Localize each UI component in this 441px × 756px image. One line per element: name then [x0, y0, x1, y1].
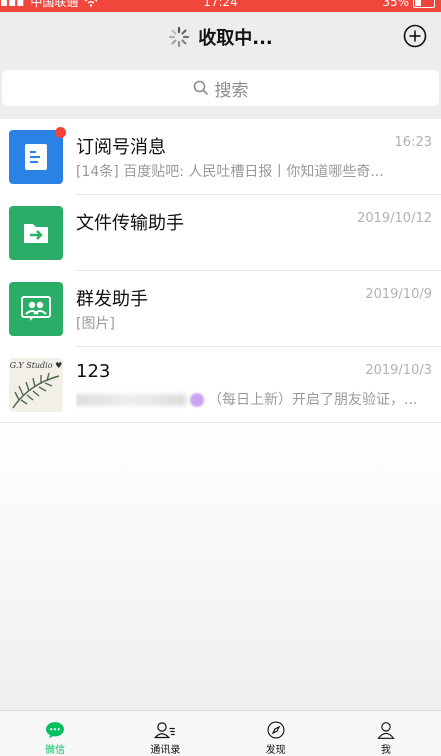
blurred-emoji — [190, 393, 204, 407]
chat-time: 2019/10/12 — [357, 211, 432, 226]
avatar: G.Y Studio ♥ — [9, 358, 63, 412]
search-icon — [193, 80, 208, 96]
chat-row-subscriptions[interactable]: 订阅号消息 16:23 [14条] 百度贴吧: 人民吐槽日报丨你知道哪些奇... — [0, 119, 441, 195]
status-time: 17:24 — [203, 0, 238, 9]
nav-title: 收取中... — [0, 24, 441, 50]
tab-label: 通讯录 — [150, 745, 181, 756]
tab-contacts[interactable]: 通讯录 — [110, 711, 220, 756]
tab-discover[interactable]: 发现 — [221, 711, 331, 756]
chat-name: 订阅号消息 — [76, 137, 166, 158]
leaf-image — [12, 372, 60, 409]
chat-list: 订阅号消息 16:23 [14条] 百度贴吧: 人民吐槽日报丨你知道哪些奇...… — [0, 119, 441, 423]
chat-name: 群发助手 — [76, 289, 148, 310]
chat-preview: [14条] 百度贴吧: 人民吐槽日报丨你知道哪些奇... — [76, 164, 384, 180]
person-icon — [377, 722, 395, 739]
chat-preview: （每日上新）开启了朋友验证，... — [208, 392, 418, 408]
chat-icon — [46, 722, 65, 739]
blurred-name — [76, 394, 186, 406]
chat-name: 123 — [76, 361, 111, 382]
unread-dot — [55, 127, 66, 138]
nav-bar: 收取中... — [0, 12, 441, 62]
chat-preview: [图片] — [76, 316, 115, 332]
empty-area — [0, 423, 441, 711]
add-button[interactable] — [403, 24, 427, 48]
tab-me[interactable]: 我 — [331, 711, 441, 756]
tab-bar: 微信 通讯录 发现 我 — [0, 710, 441, 756]
file-transfer-icon — [9, 206, 63, 260]
compass-icon — [267, 721, 285, 739]
chat-preview-row: （每日上新）开启了朋友验证，... — [76, 389, 426, 409]
loading-spinner-icon — [169, 26, 190, 48]
subscription-icon — [9, 130, 63, 184]
avatar-text: G.Y Studio ♥ — [9, 361, 63, 370]
chat-row-file-transfer[interactable]: 文件传输助手 2019/10/12 — [0, 195, 441, 271]
battery-icon — [413, 0, 435, 8]
tab-label: 发现 — [265, 745, 286, 756]
search-placeholder: 搜索 — [214, 80, 249, 101]
status-bar: ▪▪▪ 中国联通 17:24 35% — [0, 0, 441, 12]
battery: 35% — [382, 0, 435, 8]
chat-row-123[interactable]: G.Y Studio ♥ 123 2019/10/3 （每日上新）开启了朋友验证… — [0, 347, 441, 423]
contacts-icon — [154, 722, 176, 739]
chat-time: 2019/10/9 — [365, 287, 432, 302]
tab-chats[interactable]: 微信 — [0, 711, 110, 756]
page-title: 收取中... — [198, 28, 273, 49]
search-input[interactable]: 搜索 — [2, 70, 439, 106]
group-send-icon — [9, 282, 63, 336]
chat-time: 2019/10/3 — [365, 363, 432, 378]
chat-name: 文件传输助手 — [76, 213, 184, 234]
battery-percent: 35% — [382, 0, 409, 9]
chat-time: 16:23 — [394, 135, 432, 150]
tab-label: 微信 — [45, 745, 66, 756]
chat-row-group-send[interactable]: 群发助手 2019/10/9 [图片] — [0, 271, 441, 347]
tab-label: 我 — [380, 745, 391, 756]
